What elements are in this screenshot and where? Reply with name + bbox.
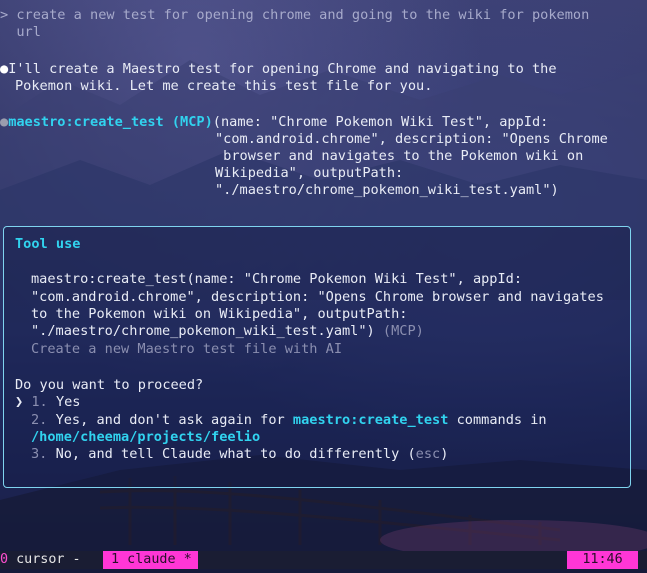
- tool-call-args-line-5: "./maestro/chrome_pokemon_wiki_test.yaml…: [215, 182, 559, 198]
- assistant-message-line-1: ●I'll create a Maestro test for opening …: [0, 61, 557, 77]
- dialog-title: Tool use: [15, 236, 81, 252]
- option-no-tell-claude[interactable]: 3. No, and tell Claude what to do differ…: [31, 446, 448, 464]
- tool-name-highlight: maestro:create_test: [292, 412, 449, 428]
- terminal: > create a new test for opening chrome a…: [0, 0, 647, 573]
- window-tab-claude-active[interactable]: 1 claude *: [103, 551, 198, 569]
- tool-bullet-icon: ●: [0, 114, 9, 130]
- option-yes[interactable]: ❯ 1. Yes: [15, 394, 81, 412]
- window-tab-cursor[interactable]: 0 cursor -: [0, 551, 81, 569]
- tool-call-args-line-4: Wikipedia", outputPath:: [215, 165, 404, 181]
- tool-call-args-line-2: "com.android.chrome", description: "Open…: [215, 131, 608, 147]
- user-prompt-line-1: > create a new test for opening chrome a…: [0, 7, 590, 23]
- option-yes-dont-ask-again[interactable]: 2. Yes, and don't ask again for maestro:…: [31, 412, 547, 430]
- esc-key-hint: esc: [415, 446, 441, 462]
- dialog-detail-line-4: "./maestro/chrome_pokemon_wiki_test.yaml…: [31, 323, 424, 339]
- dialog-detail-line-3: to the Pokemon wiki on Wikipedia", outpu…: [31, 306, 408, 322]
- assistant-message-line-2: Pokemon wiki. Let me create this test fi…: [15, 78, 433, 94]
- prompt-symbol: >: [0, 7, 9, 23]
- mcp-tag: (MCP): [374, 323, 424, 339]
- dialog-detail-line-2: "com.android.chrome", description: "Open…: [31, 289, 604, 305]
- message-bullet-icon: ●: [0, 61, 9, 77]
- tool-call-args-line-3: browser and navigates to the Pokemon wik…: [215, 148, 584, 164]
- tool-name: maestro:create_test (MCP): [8, 114, 213, 130]
- selection-cursor-icon: ❯: [15, 394, 24, 410]
- status-clock: 11:46: [567, 551, 638, 569]
- dialog-description: Create a new Maestro test file with AI: [31, 341, 342, 357]
- project-path: /home/cheema/projects/feelio: [31, 429, 261, 445]
- tmux-status-bar: 0 cursor - 1 claude * 11:46: [0, 551, 647, 569]
- dialog-detail-line-1: maestro:create_test(name: "Chrome Pokemo…: [31, 271, 523, 287]
- proceed-question: Do you want to proceed?: [15, 377, 204, 393]
- user-prompt-line-2: url: [0, 24, 41, 40]
- tool-call-line-1: ●maestro:create_test (MCP)(name: "Chrome…: [0, 114, 549, 130]
